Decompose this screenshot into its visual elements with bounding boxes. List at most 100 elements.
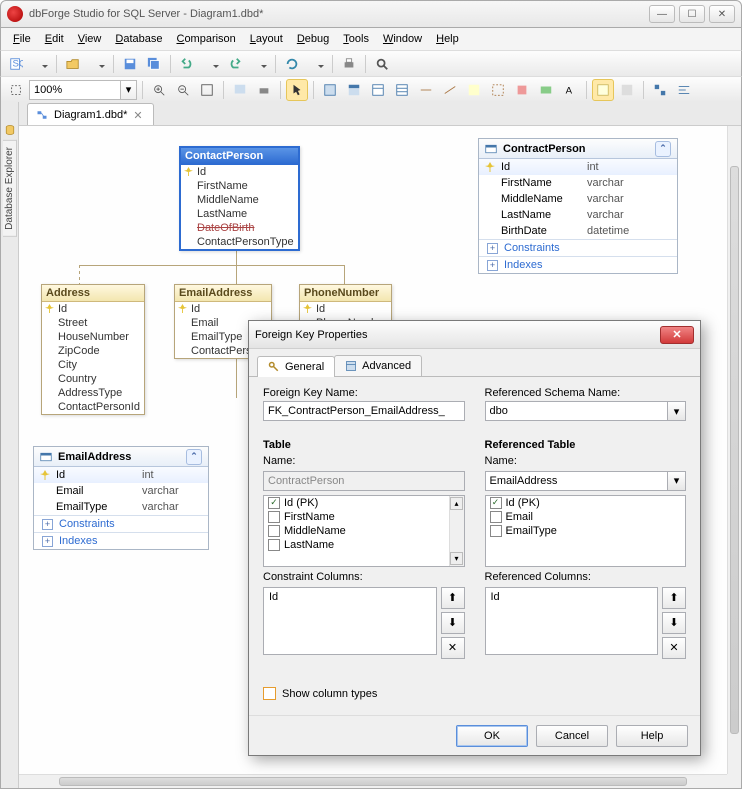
database-explorer-tab[interactable]: Database Explorer: [3, 140, 17, 237]
new-sql-button[interactable]: SQL: [5, 53, 27, 75]
menu-database[interactable]: Database: [109, 31, 168, 47]
zoom-control[interactable]: ▾: [29, 80, 137, 100]
tab-general[interactable]: General: [257, 356, 335, 377]
database-explorer-icon[interactable]: [4, 124, 16, 136]
help-button[interactable]: Help: [616, 725, 688, 747]
column-row[interactable]: FirstNamevarchar: [479, 175, 677, 191]
vertical-scrollbar[interactable]: [727, 126, 741, 774]
dialog-close-button[interactable]: ✕: [660, 326, 694, 344]
menu-debug[interactable]: Debug: [291, 31, 335, 47]
column-row[interactable]: MiddleNamevarchar: [479, 191, 677, 207]
reftable-dropdown[interactable]: ▾: [668, 471, 686, 491]
column-checkbox-row[interactable]: EmailType: [486, 524, 686, 538]
show-types-checkbox[interactable]: [263, 687, 276, 700]
menu-comparison[interactable]: Comparison: [170, 31, 241, 47]
cursor-tool-button[interactable]: [5, 79, 27, 101]
move-down-button[interactable]: ⬇: [662, 612, 686, 634]
table-tool2-button[interactable]: [343, 79, 365, 101]
maximize-button[interactable]: ☐: [679, 5, 705, 23]
show-column-types-row[interactable]: Show column types: [263, 682, 686, 705]
table-tool4-button[interactable]: [391, 79, 413, 101]
move-up-button[interactable]: ⬆: [662, 587, 686, 609]
open-button[interactable]: [62, 53, 84, 75]
constraints-section[interactable]: +Constraints: [479, 239, 677, 256]
indexes-section[interactable]: +Indexes: [479, 256, 677, 273]
redo-button[interactable]: [224, 53, 246, 75]
ok-button[interactable]: OK: [456, 725, 528, 747]
print-button[interactable]: [338, 53, 360, 75]
column-row[interactable]: EmailTypevarchar: [34, 499, 208, 515]
collapse-icon[interactable]: ⌃: [186, 449, 202, 465]
menu-help[interactable]: Help: [430, 31, 465, 47]
checkbox-icon[interactable]: [490, 511, 502, 523]
indexes-section[interactable]: +Indexes: [34, 532, 208, 549]
scrollbar-thumb[interactable]: [59, 777, 687, 786]
panel-emailaddress[interactable]: EmailAddress ⌃ Idint Emailvarchar EmailT…: [33, 446, 209, 550]
zoom-out-button[interactable]: [172, 79, 194, 101]
collapse-icon[interactable]: ⌃: [655, 141, 671, 157]
new-sql-dropdown[interactable]: [29, 53, 51, 75]
move-down-button[interactable]: ⬇: [441, 612, 465, 634]
relation-tool1-button[interactable]: [415, 79, 437, 101]
column-checkbox-row[interactable]: Email: [486, 510, 686, 524]
refschema-dropdown[interactable]: ▾: [668, 401, 686, 421]
tab-advanced[interactable]: Advanced: [334, 355, 422, 376]
color-button[interactable]: [616, 79, 638, 101]
menu-tools[interactable]: Tools: [337, 31, 375, 47]
checkbox-icon[interactable]: [268, 497, 280, 509]
checkbox-icon[interactable]: [268, 525, 280, 537]
export-image-button[interactable]: [229, 79, 251, 101]
zoom-fit-button[interactable]: [196, 79, 218, 101]
remove-button[interactable]: ✕: [662, 637, 686, 659]
column-row[interactable]: LastNamevarchar: [479, 207, 677, 223]
move-up-button[interactable]: ⬆: [441, 587, 465, 609]
column-checkbox-row[interactable]: Id (PK): [264, 496, 464, 510]
fkname-input[interactable]: [263, 401, 465, 421]
list-scrollbar[interactable]: ▴▾: [449, 496, 464, 566]
cancel-button[interactable]: Cancel: [536, 725, 608, 747]
column-checkbox-row[interactable]: LastName: [264, 538, 464, 552]
column-row[interactable]: BirthDatedatetime: [479, 223, 677, 239]
remove-button[interactable]: ✕: [441, 637, 465, 659]
container-tool-button[interactable]: [487, 79, 509, 101]
zoom-in-button[interactable]: [148, 79, 170, 101]
checkbox-icon[interactable]: [490, 497, 502, 509]
open-dropdown[interactable]: [86, 53, 108, 75]
table-columns-list[interactable]: Id (PK) FirstName MiddleName LastName ▴▾: [263, 495, 465, 567]
reftablename-input[interactable]: [485, 471, 669, 491]
note-tool-button[interactable]: [463, 79, 485, 101]
image-tool-button[interactable]: [535, 79, 557, 101]
save-all-button[interactable]: [143, 53, 165, 75]
tab-close-icon[interactable]: ✕: [133, 109, 145, 121]
menu-view[interactable]: View: [72, 31, 108, 47]
save-button[interactable]: [119, 53, 141, 75]
checkbox-icon[interactable]: [268, 539, 280, 551]
column-row[interactable]: Idint: [34, 467, 208, 483]
refresh-dropdown[interactable]: [305, 53, 327, 75]
horizontal-scrollbar[interactable]: [19, 774, 727, 788]
redo-dropdown[interactable]: [248, 53, 270, 75]
find-button[interactable]: [371, 53, 393, 75]
checkbox-icon[interactable]: [268, 511, 280, 523]
arrange-button[interactable]: [649, 79, 671, 101]
referenced-columns-box[interactable]: Id: [485, 587, 659, 655]
close-button[interactable]: ✕: [709, 5, 735, 23]
pointer-tool-button[interactable]: [286, 79, 308, 101]
text-tool-button[interactable]: A: [559, 79, 581, 101]
table-contactperson[interactable]: ContactPerson Id FirstName MiddleName La…: [179, 146, 300, 251]
minimize-button[interactable]: —: [649, 5, 675, 23]
tab-diagram1[interactable]: Diagram1.dbd* ✕: [27, 103, 154, 125]
zoom-dropdown[interactable]: ▾: [121, 80, 137, 100]
undo-button[interactable]: [176, 53, 198, 75]
print-diagram-button[interactable]: [253, 79, 275, 101]
table-tool3-button[interactable]: [367, 79, 389, 101]
constraint-columns-box[interactable]: Id: [263, 587, 437, 655]
highlight-button[interactable]: [592, 79, 614, 101]
table-tool1-button[interactable]: [319, 79, 341, 101]
stamp-tool-button[interactable]: [511, 79, 533, 101]
refschema-input[interactable]: [485, 401, 669, 421]
constraints-section[interactable]: +Constraints: [34, 515, 208, 532]
checkbox-icon[interactable]: [490, 525, 502, 537]
reftable-columns-list[interactable]: Id (PK) Email EmailType: [485, 495, 687, 567]
undo-dropdown[interactable]: [200, 53, 222, 75]
